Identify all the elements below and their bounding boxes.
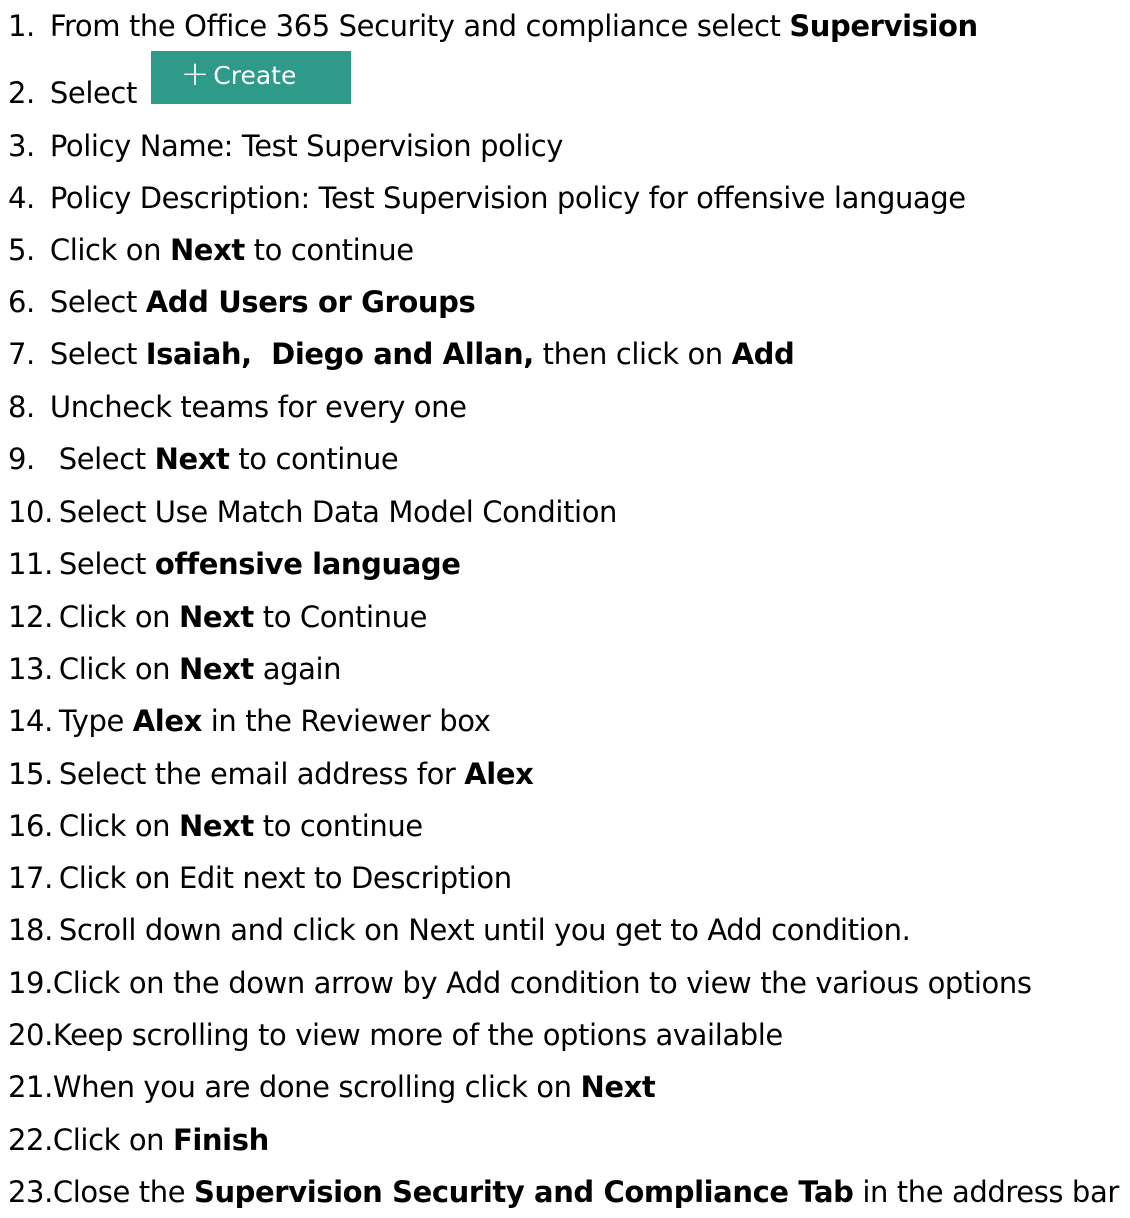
- step-number: 12.: [8, 600, 53, 634]
- list-item: 22.Click on Finish: [8, 1114, 269, 1166]
- step-text-bold: Finish: [172, 1123, 269, 1157]
- step-text: Scroll down and click on Next until you …: [58, 913, 911, 947]
- step-text-bold: Add: [731, 337, 795, 371]
- step-text-bold: offensive language: [154, 547, 461, 581]
- list-item: 6. Select Add Users or Groups: [8, 276, 476, 328]
- step-text: Select the email address for: [58, 757, 465, 791]
- step-text: Uncheck teams for every one: [49, 390, 467, 424]
- step-text: From the Office 365 Security and complia…: [49, 9, 790, 43]
- step-text-bold: Alex: [464, 757, 534, 791]
- step-text: to continue: [253, 809, 423, 843]
- list-item: 8. Uncheck teams for every one: [8, 381, 467, 433]
- step-text-bold: Alex: [132, 704, 203, 738]
- step-number: 17.: [8, 861, 53, 895]
- list-item: 13. Click on Next again: [8, 643, 342, 695]
- step-text: Select: [49, 442, 155, 476]
- step-text: in the address bar: [853, 1175, 1119, 1209]
- create-button-label: Create: [213, 61, 297, 90]
- step-number: 11.: [8, 547, 53, 581]
- plus-icon: +: [180, 54, 210, 94]
- list-item: 14. Type Alex in the Reviewer box: [8, 695, 491, 747]
- step-number: 22.: [8, 1123, 53, 1157]
- step-text: in the Reviewer box: [201, 704, 491, 738]
- step-number: 16.: [8, 809, 53, 843]
- list-item: 16. Click on Next to continue: [8, 800, 423, 852]
- step-text-bold: Supervision Security and Compliance Tab: [193, 1175, 854, 1209]
- list-item: 2. Select + Create: [8, 51, 351, 119]
- list-item: 15. Select the email address for Alex: [8, 748, 534, 800]
- step-text: again: [253, 652, 342, 686]
- step-number: 5.: [8, 233, 35, 267]
- list-item: 12. Click on Next to Continue: [8, 591, 427, 643]
- step-text: Click on the down arrow by Add condition…: [52, 966, 1032, 1000]
- list-item: 17. Click on Edit next to Description: [8, 852, 512, 904]
- list-item: 20.Keep scrolling to view more of the op…: [8, 1009, 783, 1061]
- step-text-bold: Next: [580, 1070, 656, 1104]
- step-number: 2.: [8, 76, 35, 110]
- step-text: to Continue: [253, 600, 428, 634]
- step-text: Select Use Match Data Model Condition: [58, 495, 618, 529]
- step-number: 15.: [8, 757, 53, 791]
- step-text: Policy Name: Test Supervision policy: [49, 129, 564, 163]
- step-text-bold: Next: [154, 442, 230, 476]
- step-text: Select: [49, 285, 146, 319]
- list-item: 18. Scroll down and click on Next until y…: [8, 904, 911, 956]
- step-number: 6.: [8, 285, 35, 319]
- step-text: to continue: [229, 442, 399, 476]
- step-text: Click on: [58, 652, 179, 686]
- step-text: When you are done scrolling click on: [52, 1070, 581, 1104]
- step-text: to continue: [244, 233, 414, 267]
- list-item: 19.Click on the down arrow by Add condit…: [8, 957, 1032, 1009]
- list-item: 23.Close the Supervision Security and Co…: [8, 1166, 1119, 1218]
- step-number: 10.: [8, 495, 53, 529]
- step-number: 20.: [8, 1018, 53, 1052]
- step-number: 8.: [8, 390, 35, 424]
- step-text: Select: [49, 337, 146, 371]
- step-text-bold: Isaiah, Diego and Allan,: [145, 337, 534, 371]
- step-number: 13.: [8, 652, 53, 686]
- list-item: 9. Select Next to continue: [8, 433, 399, 485]
- list-item: 1. From the Office 365 Security and compl…: [8, 0, 978, 52]
- step-text: Click on: [58, 809, 179, 843]
- list-item: 4. Policy Description: Test Supervision p…: [8, 172, 966, 224]
- step-text: Keep scrolling to view more of the optio…: [52, 1018, 783, 1052]
- step-number: 18.: [8, 913, 53, 947]
- step-text: Click on: [52, 1123, 173, 1157]
- step-text-bold: Next: [178, 809, 254, 843]
- step-number: 14.: [8, 704, 53, 738]
- step-text: Type: [58, 704, 133, 738]
- step-number: 21.: [8, 1070, 53, 1104]
- step-number: 4.: [8, 181, 35, 215]
- step-text: Close the: [52, 1175, 194, 1209]
- step-number: 23.: [8, 1175, 53, 1209]
- step-text-bold: Add Users or Groups: [145, 285, 476, 319]
- step-number: 19.: [8, 966, 53, 1000]
- step-number: 1.: [8, 9, 35, 43]
- step-text-bold: Next: [178, 600, 254, 634]
- step-number: 3.: [8, 129, 35, 163]
- step-text: Select: [58, 547, 155, 581]
- step-text: Select: [49, 76, 146, 110]
- list-item: 3. Policy Name: Test Supervision policy: [8, 120, 563, 172]
- step-text-bold: Next: [169, 233, 245, 267]
- list-item: 10. Select Use Match Data Model Condition: [8, 486, 617, 538]
- list-item: 7. Select Isaiah, Diego and Allan, then c…: [8, 328, 795, 380]
- list-item: 21.When you are done scrolling click on …: [8, 1061, 656, 1113]
- step-number: 7.: [8, 337, 35, 371]
- step-text-bold: Next: [178, 652, 254, 686]
- list-item: 5. Click on Next to continue: [8, 224, 414, 276]
- step-text: then click on: [533, 337, 732, 371]
- step-text-bold: Supervision: [789, 9, 978, 43]
- create-button[interactable]: + Create: [150, 51, 351, 104]
- step-text: Click on: [58, 600, 179, 634]
- step-text: Click on: [49, 233, 170, 267]
- list-item: 11. Select offensive language: [8, 538, 461, 590]
- step-text: Click on Edit next to Description: [58, 861, 512, 895]
- step-number: 9.: [8, 442, 35, 476]
- step-text: Policy Description: Test Supervision pol…: [49, 181, 966, 215]
